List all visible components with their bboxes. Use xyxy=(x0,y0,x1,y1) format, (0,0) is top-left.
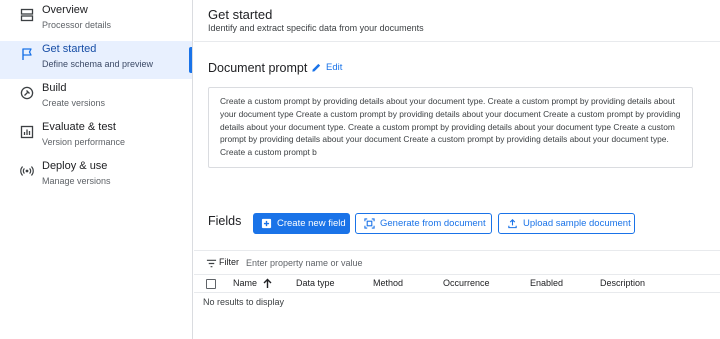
document-scan-icon xyxy=(364,218,375,229)
chart-icon xyxy=(20,125,34,139)
upload-sample-document-button[interactable]: Upload sample document xyxy=(498,213,635,234)
divider xyxy=(194,41,720,42)
sidebar-item-sublabel: Version performance xyxy=(42,137,126,147)
empty-table-message: No results to display xyxy=(203,297,285,307)
select-all-checkbox[interactable] xyxy=(206,279,216,289)
sidebar-item-sublabel: Create versions xyxy=(42,98,106,108)
sidebar-item-deploy[interactable]: Deploy & use Manage versions xyxy=(0,158,192,196)
column-header-method[interactable]: Method xyxy=(373,278,403,288)
sidebar-nav: Overview Processor details Get started D… xyxy=(0,0,193,339)
create-new-field-label: Create new field xyxy=(277,218,346,229)
page-subtitle: Identify and extract specific data from … xyxy=(208,23,424,33)
sidebar-item-get-started[interactable]: Get started Define schema and preview xyxy=(0,41,192,79)
pencil-icon xyxy=(312,63,321,72)
edit-prompt-button[interactable]: Edit xyxy=(311,62,342,73)
sidebar-item-label: Deploy & use xyxy=(42,160,108,172)
flag-icon xyxy=(20,47,34,61)
overview-icon xyxy=(20,8,34,22)
sidebar-item-label: Build xyxy=(42,82,67,94)
document-prompt-title: Document prompt xyxy=(208,61,308,75)
build-icon xyxy=(20,86,34,100)
edit-label: Edit xyxy=(326,62,343,73)
column-header-data-type[interactable]: Data type xyxy=(296,278,335,288)
page-title: Get started xyxy=(208,7,273,22)
create-new-field-button[interactable]: Create new field xyxy=(253,213,350,234)
fields-title: Fields xyxy=(208,214,242,228)
column-header-name[interactable]: Name xyxy=(233,278,257,288)
sidebar-item-sublabel: Processor details xyxy=(42,20,112,30)
filter-label: Filter xyxy=(219,257,239,267)
sidebar-item-label: Get started xyxy=(42,43,97,55)
filter-icon xyxy=(206,259,217,268)
filter-input[interactable] xyxy=(246,255,446,271)
generate-from-document-button[interactable]: Generate from document xyxy=(355,213,492,234)
table-header: Name Data type Method Occurrence Enabled… xyxy=(194,275,720,293)
main-content: Get started Identify and extract specifi… xyxy=(194,0,720,339)
column-header-description[interactable]: Description xyxy=(600,278,645,288)
upload-sample-document-label: Upload sample document xyxy=(523,218,631,229)
filter-bar: Filter xyxy=(194,250,720,275)
add-box-icon xyxy=(261,218,272,229)
broadcast-icon xyxy=(20,164,34,178)
arrow-up-icon[interactable] xyxy=(263,278,272,289)
sidebar-item-label: Overview xyxy=(42,4,88,16)
sidebar-item-evaluate[interactable]: Evaluate & test Version performance xyxy=(0,119,192,157)
upload-icon xyxy=(508,219,517,229)
sidebar-item-sublabel: Define schema and preview xyxy=(42,59,154,69)
sidebar-item-label: Evaluate & test xyxy=(42,121,116,133)
generate-from-document-label: Generate from document xyxy=(380,218,486,229)
sidebar-item-overview[interactable]: Overview Processor details xyxy=(0,2,192,40)
column-header-occurrence[interactable]: Occurrence xyxy=(443,278,490,288)
column-header-enabled[interactable]: Enabled xyxy=(530,278,563,288)
document-prompt-text: Create a custom prompt by providing deta… xyxy=(208,87,693,168)
sidebar-item-sublabel: Manage versions xyxy=(42,176,111,186)
sidebar-item-build[interactable]: Build Create versions xyxy=(0,80,192,118)
